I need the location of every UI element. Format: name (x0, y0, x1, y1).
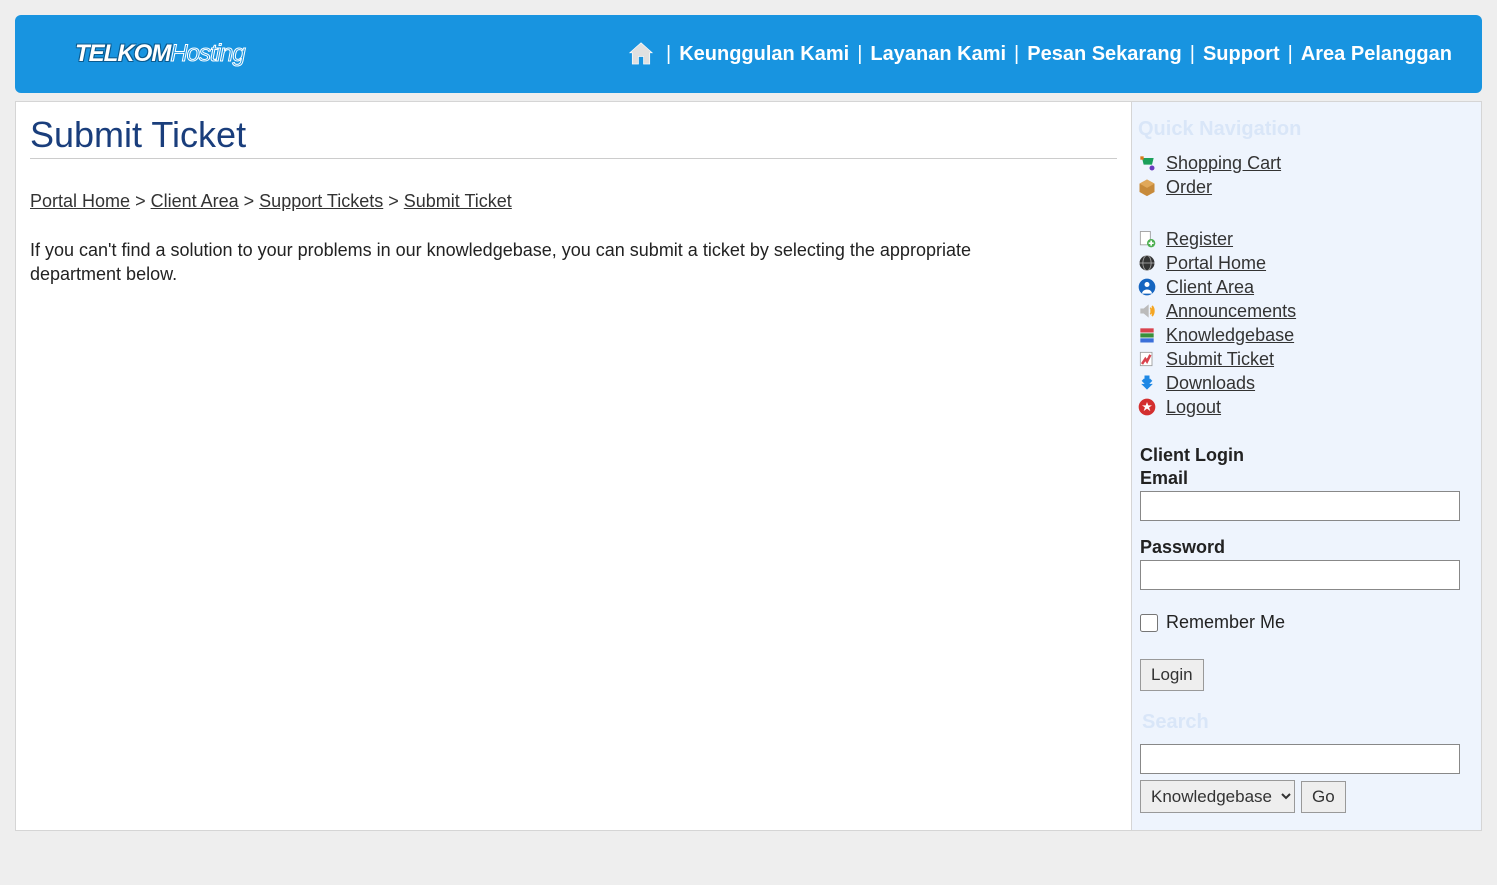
logo[interactable]: TELKOMHosting (75, 40, 245, 68)
nav-link-cart[interactable]: Shopping Cart (1166, 153, 1281, 174)
breadcrumb-sep: > (135, 191, 151, 211)
breadcrumb-client[interactable]: Client Area (151, 191, 239, 211)
nav-item-logout[interactable]: Logout (1136, 395, 1469, 419)
top-nav: | Keunggulan Kami | Layanan Kami | Pesan… (624, 39, 1452, 69)
nav-keunggulan[interactable]: Keunggulan Kami (679, 43, 849, 66)
header-bar: TELKOMHosting | Keunggulan Kami | Layana… (15, 15, 1482, 93)
home-icon[interactable] (624, 39, 658, 69)
nav-link-register[interactable]: Register (1166, 229, 1233, 250)
nav-spacer (1136, 199, 1469, 227)
page-wrapper: Submit Ticket Portal Home > Client Area … (15, 101, 1482, 831)
books-icon (1136, 324, 1158, 346)
breadcrumb-sep: > (244, 191, 260, 211)
nav-item-cart[interactable]: Shopping Cart (1136, 151, 1469, 175)
nav-link-downloads[interactable]: Downloads (1166, 373, 1255, 394)
nav-link-announce[interactable]: Announcements (1166, 301, 1296, 322)
nav-item-register[interactable]: Register (1136, 227, 1469, 251)
logout-icon (1136, 396, 1158, 418)
search-heading: Search (1142, 711, 1461, 734)
nav-area-pelanggan[interactable]: Area Pelanggan (1301, 43, 1452, 66)
nav-item-announce[interactable]: Announcements (1136, 299, 1469, 323)
breadcrumb-sep: > (388, 191, 404, 211)
email-label: Email (1140, 468, 1465, 489)
nav-link-ticket[interactable]: Submit Ticket (1166, 349, 1274, 370)
nav-support[interactable]: Support (1203, 43, 1280, 66)
breadcrumb-portal[interactable]: Portal Home (30, 191, 130, 211)
nav-separator: | (1190, 43, 1195, 66)
search-select[interactable]: Knowledgebase (1140, 780, 1295, 813)
nav-separator: | (857, 43, 862, 66)
email-input[interactable] (1140, 491, 1460, 521)
search-section: Search Knowledgebase Go (1136, 711, 1469, 813)
nav-item-downloads[interactable]: Downloads (1136, 371, 1469, 395)
remember-label: Remember Me (1166, 612, 1285, 633)
nav-item-client[interactable]: Client Area (1136, 275, 1469, 299)
breadcrumb: Portal Home > Client Area > Support Tick… (30, 191, 1117, 212)
globe-icon (1136, 252, 1158, 274)
intro-text: If you can't find a solution to your pro… (30, 238, 1030, 287)
nav-separator: | (666, 43, 671, 66)
breadcrumb-current[interactable]: Submit Ticket (404, 191, 512, 211)
nav-link-kb[interactable]: Knowledgebase (1166, 325, 1294, 346)
search-input[interactable] (1140, 744, 1460, 774)
nav-link-order[interactable]: Order (1166, 177, 1212, 198)
page-title: Submit Ticket (30, 114, 1117, 159)
remember-checkbox[interactable] (1140, 614, 1158, 632)
go-button[interactable]: Go (1301, 781, 1346, 813)
user-icon (1136, 276, 1158, 298)
download-icon (1136, 372, 1158, 394)
nav-link-client[interactable]: Client Area (1166, 277, 1254, 298)
nav-item-ticket[interactable]: Submit Ticket (1136, 347, 1469, 371)
register-icon (1136, 228, 1158, 250)
speaker-icon (1136, 300, 1158, 322)
quicknav-heading: Quick Navigation (1138, 118, 1465, 141)
nav-item-portal[interactable]: Portal Home (1136, 251, 1469, 275)
cart-icon (1136, 152, 1158, 174)
login-title: Client Login (1140, 445, 1465, 466)
main-content: Submit Ticket Portal Home > Client Area … (16, 102, 1131, 830)
nav-layanan[interactable]: Layanan Kami (870, 43, 1006, 66)
password-label: Password (1140, 537, 1465, 558)
box-icon (1136, 176, 1158, 198)
remember-row[interactable]: Remember Me (1140, 612, 1465, 633)
login-section: Client Login Email Password Remember Me … (1136, 445, 1469, 691)
nav-separator: | (1014, 43, 1019, 66)
quicknav-list: Shopping Cart Order Register Portal Home… (1136, 151, 1469, 419)
nav-link-logout[interactable]: Logout (1166, 397, 1221, 418)
password-input[interactable] (1140, 560, 1460, 590)
login-button[interactable]: Login (1140, 659, 1204, 691)
nav-separator: | (1288, 43, 1293, 66)
ticket-icon (1136, 348, 1158, 370)
breadcrumb-tickets[interactable]: Support Tickets (259, 191, 383, 211)
nav-item-order[interactable]: Order (1136, 175, 1469, 199)
nav-link-portal[interactable]: Portal Home (1166, 253, 1266, 274)
logo-text-a: TELKOM (75, 40, 170, 67)
logo-text-b: Hosting (170, 40, 244, 67)
nav-pesan[interactable]: Pesan Sekarang (1027, 43, 1182, 66)
sidebar: Quick Navigation Shopping Cart Order Reg… (1131, 102, 1481, 830)
nav-item-kb[interactable]: Knowledgebase (1136, 323, 1469, 347)
